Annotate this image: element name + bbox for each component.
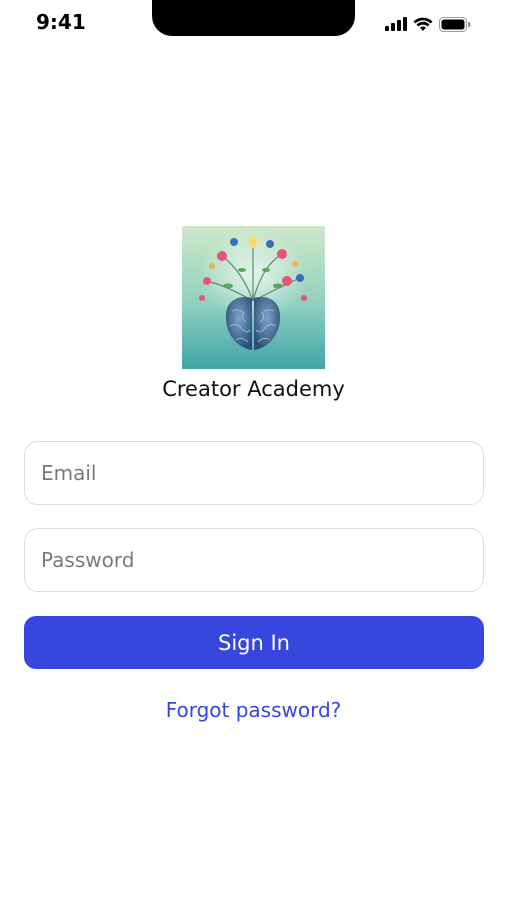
brain-with-flowers-logo [182,226,325,369]
status-time: 9:41 [36,10,86,34]
status-icons [385,15,471,33]
sign-in-button[interactable]: Sign In [24,616,484,669]
signal-icon [385,17,407,31]
battery-icon [439,16,471,32]
device-notch [152,0,355,36]
login-screen: 9:41 Creator Academy Email Sign In Forgo… [0,0,507,900]
password-field[interactable] [24,528,484,592]
email-input[interactable] [25,442,483,504]
wifi-icon [413,17,433,31]
password-input[interactable] [25,529,483,591]
app-name: Creator Academy [162,377,345,401]
forgot-password-link[interactable]: Forgot password? [0,698,507,722]
app-logo [182,226,325,369]
status-bar: 9:41 [0,0,507,50]
email-field[interactable] [24,441,484,505]
